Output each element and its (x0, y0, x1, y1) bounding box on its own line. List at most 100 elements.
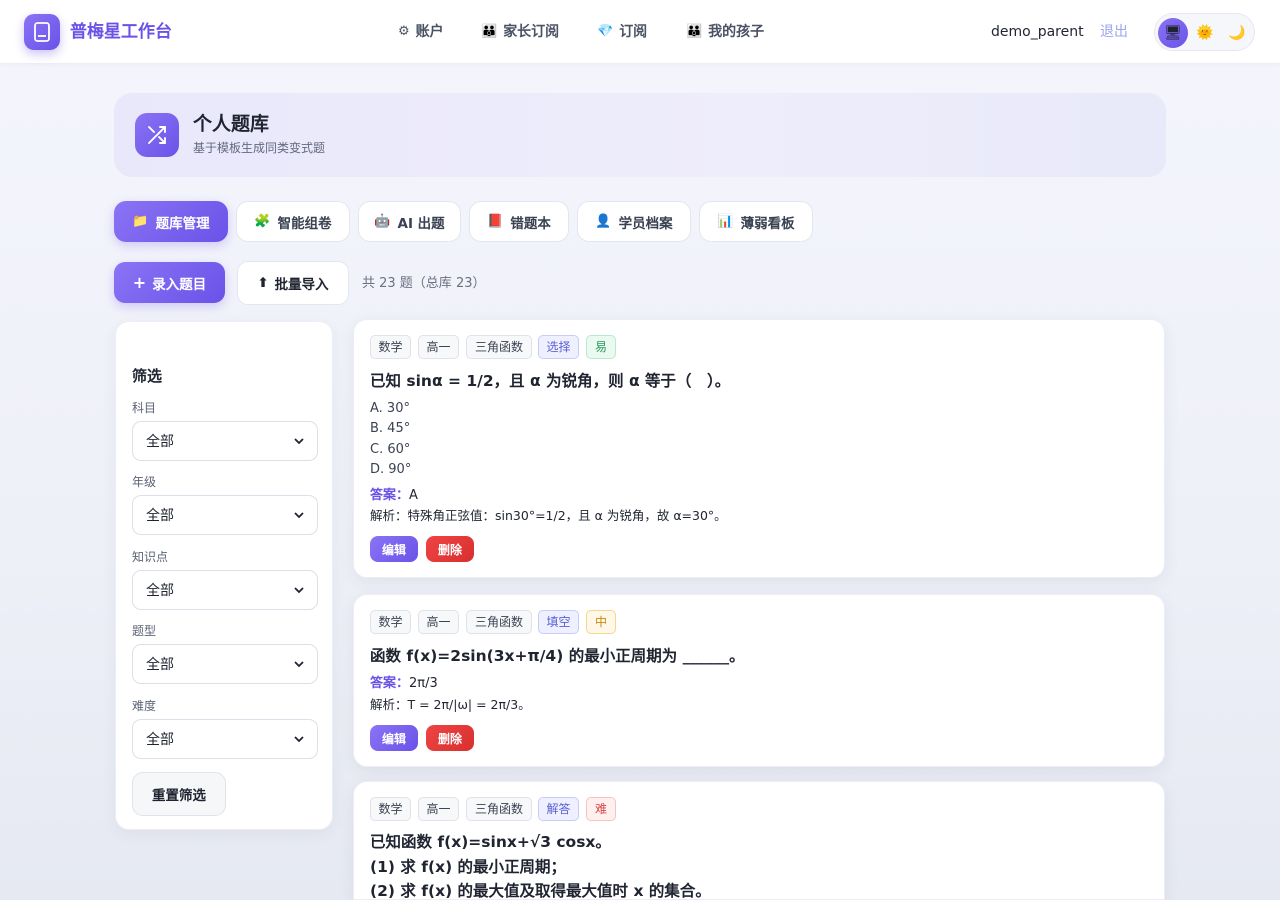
batch-import-button[interactable]: ⬆ 批量导入 (237, 261, 349, 305)
nav-my-children[interactable]: 👪 我的孩子 (686, 21, 776, 43)
gear-icon: ⚙ (398, 24, 410, 39)
add-question-button[interactable]: + 录入题目 (114, 262, 225, 303)
tag-subject: 数学 (370, 610, 411, 634)
answer: 答案：A (370, 486, 418, 506)
book-icon (34, 22, 50, 42)
page-subtitle: 基于模板生成同类变式题 (193, 141, 326, 155)
reset-filter-button[interactable]: 重置筛选 (132, 772, 226, 816)
filter-grade-select[interactable]: 全部 (132, 495, 318, 535)
chevron-down-icon (294, 661, 304, 668)
tab-label: 题库管理 (155, 215, 210, 232)
logout-link[interactable]: 退出 (1100, 21, 1128, 43)
filter-title: 筛选 (132, 367, 163, 385)
filter-type-value: 全部 (146, 657, 174, 673)
answer-label: 答案： (370, 488, 410, 503)
nav-account-label: 账户 (415, 24, 444, 40)
theme-system-button[interactable]: 🖥 (1158, 18, 1188, 48)
page-header: 个人题库 基于模板生成同类变式题 (114, 93, 1166, 177)
tag-grade: 高一 (418, 797, 459, 821)
nav-parent-subscription[interactable]: 👪 家长订阅 (481, 21, 597, 43)
tag-grade: 高一 (418, 335, 459, 359)
filter-type-label: 题型 (132, 624, 157, 638)
explanation: 解析：特殊角正弦值：sin30°=1/2，且 α 为锐角，故 α=30°。 (370, 508, 727, 523)
nav-account[interactable]: ⚙ 账户 (398, 21, 481, 43)
tag-topic: 三角函数 (466, 797, 532, 821)
answer-value: A (409, 488, 418, 503)
filter-difficulty-label: 难度 (132, 699, 157, 713)
answer-value: 2π/3 (409, 676, 438, 691)
tab-student-profile[interactable]: 👤 学员档案 (577, 201, 691, 242)
tab-smart-paper[interactable]: 🧩 智能组卷 (236, 201, 350, 242)
user-icon: 👤 (595, 214, 612, 229)
tab-label: AI 出题 (397, 215, 445, 232)
tag-subject: 数学 (370, 335, 411, 359)
answer-label: 答案： (370, 676, 410, 691)
tab-mistake-book[interactable]: 📕 错题本 (469, 201, 569, 242)
filter-knowledge-select[interactable]: 全部 (132, 570, 318, 610)
nav-subscription[interactable]: 💎 订阅 (597, 21, 686, 43)
tag-difficulty: 难 (586, 797, 616, 821)
tag-difficulty: 中 (586, 610, 616, 634)
upload-arrow-icon: ⬆ (257, 275, 269, 291)
tag-question-type: 填空 (538, 610, 579, 634)
theme-light-button[interactable]: 🌞 (1190, 18, 1220, 48)
tab-weakness-board[interactable]: 📊 薄弱看板 (699, 201, 813, 242)
tag-topic: 三角函数 (466, 335, 532, 359)
shuffle-icon (135, 113, 179, 157)
filter-type-select[interactable]: 全部 (132, 644, 318, 684)
tab-ai-generate[interactable]: 🤖 AI 出题 (358, 201, 461, 242)
tag-question-type: 选择 (538, 335, 579, 359)
brand-name[interactable]: 普梅星工作台 (70, 20, 172, 44)
filter-difficulty-select[interactable]: 全部 (132, 719, 318, 759)
filter-panel: 筛选 科目 全部 年级 全部 知识点 全部 题型 全部 难度 全部 重置筛选 (115, 321, 333, 830)
page-title: 个人题库 (193, 113, 270, 135)
question-title-line: (1) 求 f(x) 的最小正周期； (370, 858, 567, 876)
logo[interactable] (24, 14, 60, 50)
edit-button[interactable]: 编辑 (370, 536, 418, 562)
filter-knowledge-label: 知识点 (132, 550, 169, 564)
filter-difficulty-value: 全部 (146, 732, 174, 748)
puzzle-icon: 🧩 (254, 214, 271, 229)
edit-button[interactable]: 编辑 (370, 725, 418, 751)
theme-switch: 🖥 🌞 🌙 (1154, 13, 1255, 51)
sun-icon: 🌞 (1196, 25, 1214, 41)
tab-question-bank[interactable]: 📁 题库管理 (114, 201, 228, 242)
explanation: 解析：T = 2π/|ω| = 2π/3。 (370, 697, 531, 712)
filter-grade-label: 年级 (132, 475, 157, 489)
robot-icon: 🤖 (374, 214, 391, 229)
question-card: 数学 高一 三角函数 选择 易 已知 sinα = 1/2，且 α 为锐角，则 … (353, 319, 1165, 578)
tag-difficulty: 易 (586, 335, 616, 359)
top-nav: 普梅星工作台 ⚙ 账户 👪 家长订阅 💎 订阅 👪 我的孩子 demo_pare… (0, 0, 1280, 64)
tab-label: 错题本 (510, 215, 551, 232)
question-title: 已知 sinα = 1/2，且 α 为锐角，则 α 等于（ ）。 (370, 372, 731, 390)
question-count: 共 23 题（总库 23） (362, 276, 486, 291)
username: demo_parent (991, 24, 1084, 40)
question-card: 数学 高一 三角函数 解答 难 已知函数 f(x)=sinx+√3 cosx。 … (353, 781, 1165, 900)
question-card: 数学 高一 三角函数 填空 中 函数 f(x)=2sin(3x+π/4) 的最小… (353, 594, 1165, 767)
answer: 答案：2π/3 (370, 674, 438, 694)
question-title-line: 已知函数 f(x)=sinx+√3 cosx。 (370, 833, 611, 851)
tab-label: 智能组卷 (277, 215, 332, 232)
delete-button[interactable]: 删除 (426, 536, 474, 562)
family-icon: 👪 (481, 24, 498, 39)
tab-label: 学员档案 (618, 215, 673, 232)
nav-links: ⚙ 账户 👪 家长订阅 💎 订阅 👪 我的孩子 (398, 21, 776, 43)
monitor-icon: 🖥 (1164, 25, 1182, 41)
nav-subscription-label: 订阅 (619, 24, 648, 40)
folder-icon: 📁 (132, 214, 149, 229)
filter-subject-label: 科目 (132, 401, 157, 415)
option-b: B. 45° (370, 421, 411, 436)
nav-parent-subscription-label: 家长订阅 (503, 24, 560, 40)
question-title: 函数 f(x)=2sin(3x+π/4) 的最小正周期为 ______。 (370, 647, 745, 665)
theme-dark-button[interactable]: 🌙 (1222, 18, 1252, 48)
chevron-down-icon (294, 587, 304, 594)
filter-knowledge-value: 全部 (146, 583, 174, 599)
bar-chart-icon: 📊 (717, 214, 734, 229)
delete-button[interactable]: 删除 (426, 725, 474, 751)
plus-icon: + (132, 273, 147, 292)
chevron-down-icon (294, 736, 304, 743)
filter-subject-select[interactable]: 全部 (132, 421, 318, 461)
moon-icon: 🌙 (1228, 25, 1246, 41)
chevron-down-icon (294, 438, 304, 445)
filter-subject-value: 全部 (146, 434, 174, 450)
